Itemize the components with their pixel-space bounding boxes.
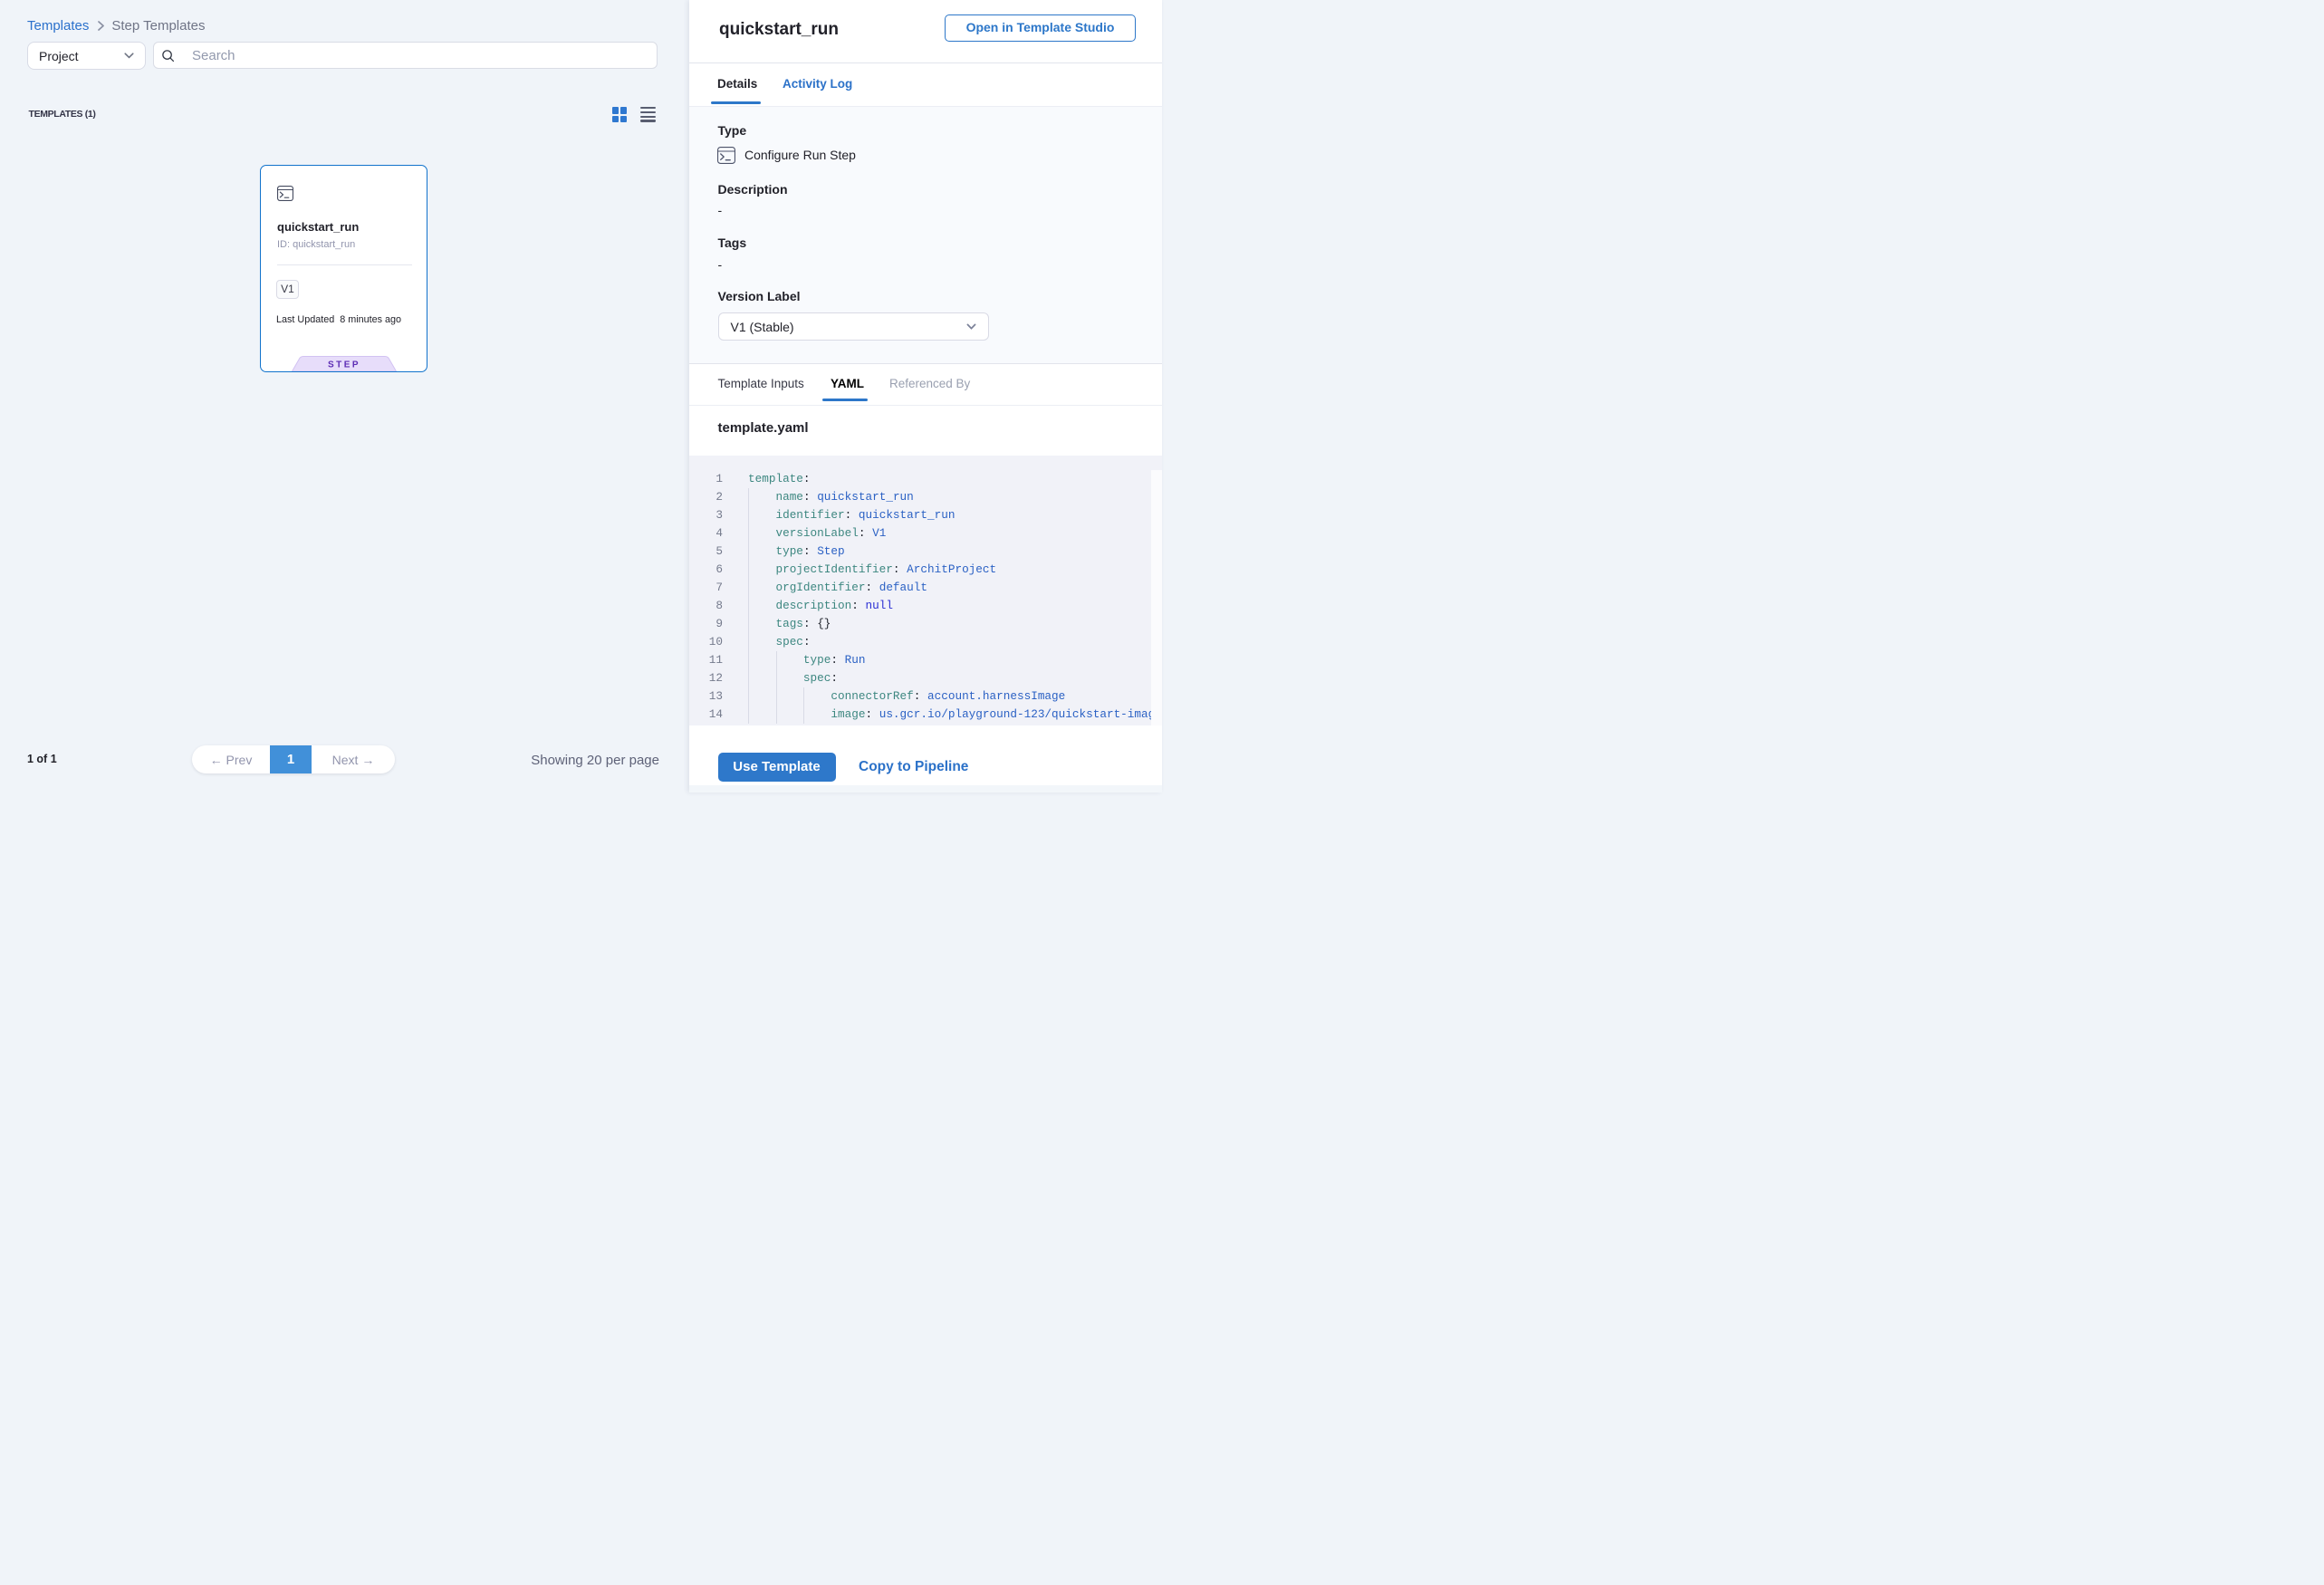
- svg-text:STEP: STEP: [327, 360, 360, 370]
